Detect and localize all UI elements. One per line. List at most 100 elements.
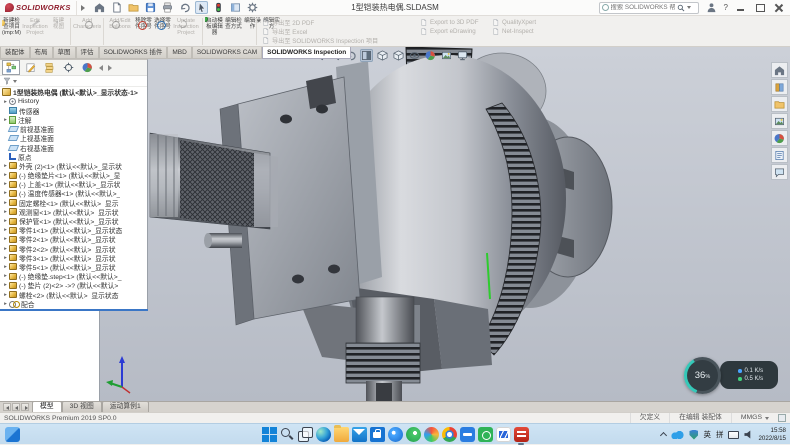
feature-tree-item[interactable]: 原点 bbox=[0, 152, 147, 161]
mail-icon[interactable] bbox=[352, 427, 367, 442]
open-document-button[interactable] bbox=[127, 1, 140, 14]
search-icon[interactable] bbox=[677, 4, 685, 12]
design-library-tab[interactable] bbox=[771, 79, 788, 95]
filter-dropdown-icon[interactable] bbox=[13, 80, 17, 83]
command-tab[interactable]: SOLIDWORKS Inspection bbox=[262, 47, 351, 59]
volume-icon[interactable] bbox=[744, 430, 753, 439]
expand-arrow-icon[interactable]: ▸ bbox=[2, 209, 9, 215]
file-explorer-tab[interactable] bbox=[771, 96, 788, 112]
expand-arrow-icon[interactable]: ▸ bbox=[2, 273, 9, 279]
expand-arrow-icon[interactable]: ▸ bbox=[2, 117, 9, 123]
undo-button[interactable] bbox=[178, 1, 191, 14]
featuremanager-tab[interactable] bbox=[2, 60, 20, 75]
cpu-gauge[interactable]: 36% bbox=[684, 357, 721, 394]
expand-arrow-icon[interactable]: ▸ bbox=[2, 246, 9, 252]
ribbon-button[interactable]: 移除零 件序号 bbox=[134, 17, 153, 30]
ribbon-button[interactable]: 编辑检 查方式 bbox=[224, 17, 243, 30]
rebuild-traffic-button[interactable] bbox=[212, 1, 225, 14]
feature-tree-item[interactable]: ▸ 固定螺栓<1> (默认<<默认>_显示 bbox=[0, 198, 147, 207]
security-shield-icon[interactable] bbox=[689, 430, 698, 440]
filter-funnel-icon[interactable] bbox=[3, 77, 11, 85]
graphics-viewport[interactable]: 0.1 K/s 0.5 K/s 36% bbox=[100, 47, 790, 401]
feature-tree-item[interactable]: ▸ 保护管<1> (默认<<默认>_显示状 bbox=[0, 216, 147, 225]
units-selector[interactable]: MMGS bbox=[731, 413, 778, 423]
hide-show-items-icon[interactable] bbox=[408, 49, 421, 62]
chrome-icon[interactable] bbox=[442, 427, 457, 442]
ribbon-button[interactable]: Add/Edit Balloons bbox=[106, 17, 134, 30]
user-account-icon[interactable] bbox=[706, 2, 717, 13]
document-tab[interactable]: 模型 bbox=[32, 401, 62, 412]
task-view-button[interactable] bbox=[298, 427, 313, 442]
displaymanager-tab[interactable] bbox=[78, 60, 96, 75]
clock[interactable]: 15:58 2022/8/15 bbox=[758, 427, 786, 442]
solidworks-resources-tab[interactable] bbox=[771, 62, 788, 78]
expand-arrow-icon[interactable]: ▸ bbox=[2, 200, 9, 206]
save-button[interactable] bbox=[144, 1, 157, 14]
feature-tree-item[interactable]: ▸ 零件5<1> (默认<<默认>_显示状 bbox=[0, 262, 147, 271]
ribbon-button[interactable]: 新建检 查项目 (imp:M) bbox=[2, 17, 21, 36]
help-search-box[interactable] bbox=[599, 2, 699, 14]
feature-tree-root[interactable]: 1型铠装热电偶 (默认<默认>_显示状态-1> bbox=[0, 87, 147, 97]
feature-tree-item[interactable]: ▸ 螺栓<2> (默认<<默认>_显示状态 bbox=[0, 290, 147, 299]
expand-arrow-icon[interactable]: ▸ bbox=[2, 99, 9, 105]
feature-tree-item[interactable]: ▸ 零件3<1> (默认<<默认>_显示状 bbox=[0, 253, 147, 262]
select-cursor-button[interactable] bbox=[195, 1, 208, 14]
solidworks-forum-tab[interactable] bbox=[771, 164, 788, 180]
browser-green-icon[interactable] bbox=[406, 427, 421, 442]
search-input[interactable] bbox=[611, 4, 675, 11]
feature-tree-item[interactable]: 传感器 bbox=[0, 106, 147, 115]
export-menu-item[interactable]: 导出至 Excel bbox=[262, 27, 378, 36]
feature-tree-item[interactable]: ▸ (-) 绝缘垫片<1> (默认<<默认>_显 bbox=[0, 171, 147, 180]
feature-tree-item[interactable]: ▸ (-) 绝缘垫.step<1> (默认<<默认>_ bbox=[0, 272, 147, 281]
ribbon-button[interactable]: Update Inspection Project bbox=[172, 17, 200, 36]
feature-tree-item[interactable]: 右视基准面 bbox=[0, 143, 147, 152]
file-properties-button[interactable] bbox=[229, 1, 242, 14]
expand-arrow-icon[interactable]: ▸ bbox=[2, 301, 9, 307]
scroll-right-icon[interactable] bbox=[108, 65, 112, 71]
command-tab[interactable]: 草图 bbox=[53, 47, 76, 59]
store-icon[interactable] bbox=[370, 427, 385, 442]
tree-filter-row[interactable] bbox=[0, 76, 147, 87]
ime-language-indicator[interactable]: 英 bbox=[703, 429, 711, 440]
export-menu-item[interactable]: 导出至 2D PDF bbox=[262, 18, 378, 27]
expand-arrow-icon[interactable]: ▸ bbox=[2, 190, 9, 196]
export-menu-item[interactable]: Export to 3D PDF bbox=[420, 18, 479, 27]
configurationmanager-tab[interactable] bbox=[40, 60, 58, 75]
edge-icon[interactable] bbox=[316, 427, 331, 442]
view-palette-tab[interactable] bbox=[771, 113, 788, 129]
app-green-icon[interactable] bbox=[478, 427, 493, 442]
expand-arrow-icon[interactable]: ▸ bbox=[2, 227, 9, 233]
apply-scene-icon[interactable] bbox=[440, 49, 453, 62]
scroll-left-icon[interactable] bbox=[99, 65, 103, 71]
appearances-scenes-tab[interactable] bbox=[771, 130, 788, 146]
options-gear-button[interactable] bbox=[246, 1, 259, 14]
export-menu-item[interactable]: QualityXpert bbox=[492, 18, 536, 27]
command-tab[interactable]: SOLIDWORKS CAM bbox=[192, 47, 262, 59]
solidworks-app-icon[interactable] bbox=[514, 427, 529, 442]
model-bottom-stem[interactable] bbox=[346, 297, 420, 401]
feature-tree-item[interactable]: 上视基准面 bbox=[0, 134, 147, 143]
expand-arrow-icon[interactable]: ▸ bbox=[2, 255, 9, 261]
scroll-next-icon[interactable] bbox=[21, 403, 29, 411]
document-tab[interactable]: 运动算例1 bbox=[102, 401, 149, 412]
ribbon-button[interactable]: 编辑操 作 bbox=[243, 17, 262, 30]
panel-splitter[interactable] bbox=[0, 309, 148, 311]
command-tab[interactable]: 装配体 bbox=[0, 47, 30, 59]
export-menu-item[interactable]: 导出至 SOLIDWORKS Inspection 项目 bbox=[262, 36, 378, 45]
command-tab[interactable]: MBD bbox=[167, 47, 191, 59]
browser-blue-icon[interactable] bbox=[388, 427, 403, 442]
ribbon-button[interactable]: 新建 视图 bbox=[49, 17, 68, 30]
scroll-first-icon[interactable] bbox=[3, 403, 11, 411]
view-settings-icon[interactable] bbox=[456, 49, 469, 62]
expand-arrow-icon[interactable]: ▸ bbox=[2, 172, 9, 178]
command-tab[interactable]: SOLIDWORKS 插件 bbox=[99, 47, 168, 59]
custom-properties-tab[interactable] bbox=[771, 147, 788, 163]
start-button[interactable] bbox=[262, 427, 277, 442]
feature-tree-item[interactable]: ▸ 零件1<1> (默认<<默认>_显示状态 bbox=[0, 226, 147, 235]
solidworks-logo[interactable]: SOLIDWORKS bbox=[0, 1, 77, 15]
ribbon-button[interactable]: Edit Inspection Project bbox=[21, 17, 49, 36]
feature-tree-item[interactable]: ▸ History bbox=[0, 97, 147, 106]
feature-tree-item[interactable]: ▸ (-) 温度传感器<1> (默认<<默认>_ bbox=[0, 189, 147, 198]
edit-appearance-icon[interactable] bbox=[424, 49, 437, 62]
help-button[interactable]: ? bbox=[724, 3, 728, 12]
